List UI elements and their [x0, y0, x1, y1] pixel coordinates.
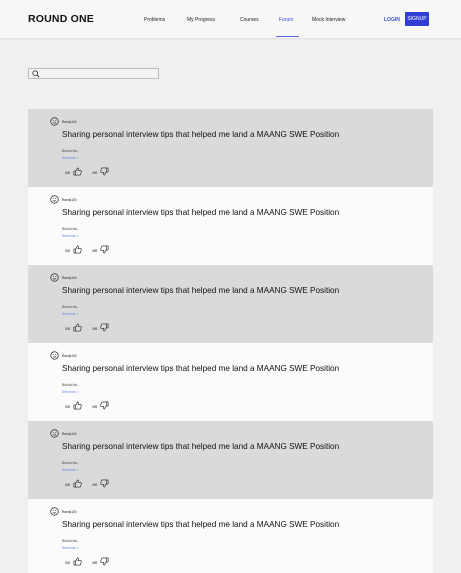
- like-count: 500: [65, 249, 71, 253]
- user-avatar-icon: [50, 273, 59, 282]
- post-card[interactable]: Randy100 Sharing personal interview tips…: [28, 499, 433, 573]
- search-icon: [32, 70, 40, 78]
- thumbs-down-icon[interactable]: [100, 557, 109, 566]
- post-author[interactable]: Randy100: [62, 120, 77, 124]
- post-title[interactable]: Sharing personal interview tips that hel…: [62, 286, 339, 295]
- logo[interactable]: ROUND ONE: [28, 13, 94, 25]
- post-title[interactable]: Sharing personal interview tips that hel…: [62, 364, 339, 373]
- see-more-link[interactable]: See more >: [62, 468, 79, 472]
- nav-courses[interactable]: Courses: [240, 17, 259, 23]
- post-title[interactable]: Sharing personal interview tips that hel…: [62, 130, 339, 139]
- post-card[interactable]: Randy100 Sharing personal interview tips…: [28, 421, 433, 499]
- nav-problems[interactable]: Problems: [144, 17, 165, 23]
- post-title[interactable]: Sharing personal interview tips that hel…: [62, 208, 339, 217]
- nav-my-progress[interactable]: My Progress: [187, 17, 215, 23]
- thumbs-up-icon[interactable]: [73, 401, 82, 410]
- nav-mock-interview[interactable]: Mock Interview: [312, 17, 345, 23]
- post-title[interactable]: Sharing personal interview tips that hel…: [62, 520, 339, 529]
- post-excerpt: Bla bla bla...: [62, 461, 80, 465]
- user-avatar-icon: [50, 351, 59, 360]
- thumbs-up-icon[interactable]: [73, 245, 82, 254]
- top-nav-bar: ROUND ONE Problems My Progress Courses F…: [0, 0, 461, 38]
- login-button[interactable]: LOGIN: [384, 17, 400, 23]
- post-excerpt: Bla bla bla...: [62, 227, 80, 231]
- see-more-link[interactable]: See more >: [62, 546, 79, 550]
- nav-forum[interactable]: Forum: [279, 17, 293, 23]
- thumbs-up-icon[interactable]: [73, 323, 82, 332]
- dislike-count: 499: [92, 405, 98, 409]
- like-count: 500: [65, 561, 71, 565]
- post-excerpt: Bla bla bla...: [62, 539, 80, 543]
- post-excerpt: Bla bla bla...: [62, 383, 80, 387]
- thumbs-up-icon[interactable]: [73, 167, 82, 176]
- post-author[interactable]: Randy100: [62, 276, 77, 280]
- post-title[interactable]: Sharing personal interview tips that hel…: [62, 442, 339, 451]
- like-count: 500: [65, 171, 71, 175]
- see-more-link[interactable]: See more >: [62, 234, 79, 238]
- dislike-count: 499: [92, 327, 98, 331]
- see-more-link[interactable]: See more >: [62, 312, 79, 316]
- active-nav-indicator: [276, 36, 299, 37]
- like-count: 500: [65, 327, 71, 331]
- dislike-count: 499: [92, 171, 98, 175]
- thumbs-down-icon[interactable]: [100, 245, 109, 254]
- post-author[interactable]: Randy100: [62, 432, 77, 436]
- post-excerpt: Bla bla bla...: [62, 305, 80, 309]
- post-card[interactable]: Randy100 Sharing personal interview tips…: [28, 343, 433, 421]
- thumbs-up-icon[interactable]: [73, 557, 82, 566]
- thumbs-down-icon[interactable]: [100, 401, 109, 410]
- dislike-count: 499: [92, 561, 98, 565]
- post-author[interactable]: Randy100: [62, 354, 77, 358]
- signup-button[interactable]: SIGNUP: [405, 12, 429, 26]
- thumbs-down-icon[interactable]: [100, 323, 109, 332]
- user-avatar-icon: [50, 429, 59, 438]
- see-more-link[interactable]: See more >: [62, 390, 79, 394]
- like-count: 500: [65, 483, 71, 487]
- thumbs-up-icon[interactable]: [73, 479, 82, 488]
- dislike-count: 499: [92, 249, 98, 253]
- user-avatar-icon: [50, 507, 59, 516]
- user-avatar-icon: [50, 117, 59, 126]
- thumbs-down-icon[interactable]: [100, 479, 109, 488]
- post-card[interactable]: Randy100 Sharing personal interview tips…: [28, 265, 433, 343]
- post-card[interactable]: Randy100 Sharing personal interview tips…: [28, 109, 433, 187]
- like-count: 500: [65, 405, 71, 409]
- post-author[interactable]: Randy100: [62, 510, 77, 514]
- user-avatar-icon: [50, 195, 59, 204]
- thumbs-down-icon[interactable]: [100, 167, 109, 176]
- dislike-count: 499: [92, 483, 98, 487]
- post-author[interactable]: Randy100: [62, 198, 77, 202]
- post-card[interactable]: Randy100 Sharing personal interview tips…: [28, 187, 433, 265]
- see-more-link[interactable]: See more >: [62, 156, 79, 160]
- post-excerpt: Bla bla bla...: [62, 149, 80, 153]
- search-input[interactable]: [28, 68, 159, 79]
